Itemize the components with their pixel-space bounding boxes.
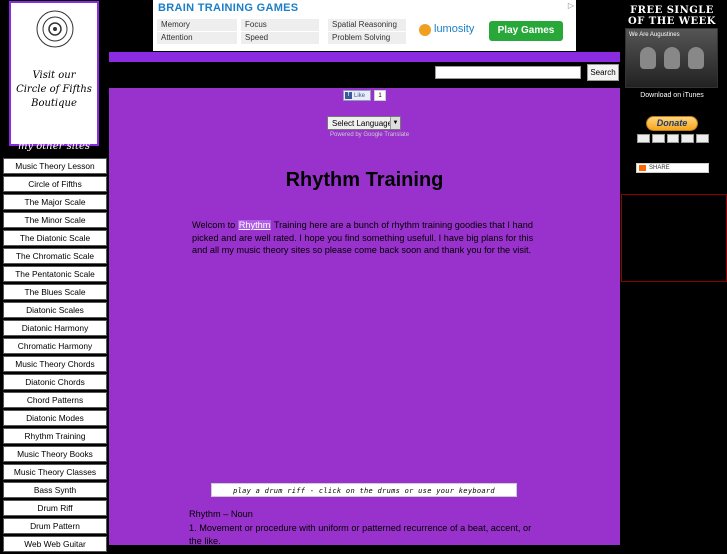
ad-cell-memory[interactable]: Memory [157,19,237,31]
ad-cell-speed[interactable]: Speed [241,32,319,44]
ad-cell-spatial[interactable]: Spatial Reasoning [328,19,406,31]
sidebar-item[interactable]: The Minor Scale [3,212,107,228]
like-label: Like [354,93,366,99]
band-member-photo [664,47,680,69]
band-name: We Are Augustines [629,32,680,38]
page-title: Rhythm Training [285,169,444,191]
band-member-photo [640,47,656,69]
other-sites-heading: my other sites [17,141,91,152]
share-button[interactable]: SHARE [636,163,709,173]
sidebar-item[interactable]: The Chromatic Scale [3,248,107,264]
band-member-photo [688,47,704,69]
ad-cell-focus[interactable]: Focus [241,19,319,31]
share-label: SHARE [649,165,670,171]
circle-of-fifths-logo [36,10,74,48]
card-icon [651,134,665,143]
sidebar-item[interactable]: Web Web Guitar [3,536,107,552]
free-single-title: FREE SINGLE OF THE WEEK [628,5,716,27]
play-games-button[interactable]: Play Games [489,21,563,41]
sidebar-item[interactable]: Chromatic Harmony [3,338,107,354]
sidebar-item[interactable]: Diatonic Harmony [3,320,107,336]
powered-by-translate: Powered by Google Translate [330,132,410,138]
brain-training-ad[interactable]: BRAIN TRAINING GAMES Memory Focus Spatia… [153,0,576,51]
definition-word: Rhythm – Noun [189,509,253,519]
lumosity-brand: lumosity [434,23,475,35]
payment-cards [637,134,709,143]
sidebar-item[interactable]: Music Theory Books [3,446,107,462]
sidebar-item[interactable]: Chord Patterns [3,392,107,408]
intro-before: Welcom to [192,220,238,230]
search-button[interactable]: Search [587,64,619,81]
sidebar-item[interactable]: Rhythm Training [3,428,107,444]
card-icon [666,134,680,143]
top-purple-bar [109,52,620,62]
donate-button[interactable]: Donate [646,116,698,131]
sidebar-item[interactable]: Music Theory Chords [3,356,107,372]
search-input[interactable] [435,66,581,79]
rhythm-link[interactable]: Rhythm [237,220,272,230]
sidebar-item[interactable]: The Diatonic Scale [3,230,107,246]
language-select[interactable]: Select Language ▼ [327,116,401,130]
sidebar-item[interactable]: Diatonic Modes [3,410,107,426]
sidebar-item[interactable]: Music Theory Lesson [3,158,107,174]
boutique-banner[interactable]: Visit our Circle of Fifths Boutique [9,1,99,146]
sidebar-item[interactable]: Drum Riff [3,500,107,516]
language-select-label: Select Language [332,119,393,128]
band-photo[interactable]: We Are Augustines [625,28,718,88]
boutique-caption: Visit our Circle of Fifths Boutique [16,70,92,109]
chevron-down-icon: ▼ [390,117,400,129]
facebook-icon: f [345,92,352,99]
ad-cell-problem[interactable]: Problem Solving [328,32,406,44]
ad-title: BRAIN TRAINING GAMES [158,2,299,14]
card-icon [637,134,650,143]
sidebar-item[interactable]: Diatonic Chords [3,374,107,390]
sidebar-item[interactable]: Circle of Fifths [3,176,107,192]
facebook-like-button[interactable]: f Like [343,90,371,101]
sidebar-item[interactable]: Diatonic Scales [3,302,107,318]
sidebar-item[interactable]: Bass Synth [3,482,107,498]
sidebar-item[interactable]: The Pentatonic Scale [3,266,107,282]
card-icon [681,134,695,143]
sidebar-item[interactable]: The Major Scale [3,194,107,210]
definition-text: 1. Movement or procedure with uniform or… [189,523,532,546]
sidebar-item[interactable]: Drum Pattern [3,518,107,534]
card-icon [696,134,709,143]
adchoices-icon[interactable]: ▷ [568,1,574,10]
sidebar-item[interactable]: Music Theory Classes [3,464,107,480]
like-count: 1 [374,90,386,101]
lumosity-logo-icon [419,24,431,36]
main-content [109,88,620,545]
ad-cell-attention[interactable]: Attention [157,32,237,44]
itunes-download-link[interactable]: Download on iTunes [622,92,722,99]
drum-riff-banner[interactable]: play a drum riff - click on the drums or… [211,483,517,497]
site-list: Music Theory Lesson Circle of Fifths The M… [3,158,107,554]
sidebar-item[interactable]: The Blues Scale [3,284,107,300]
share-plus-icon [639,165,646,171]
intro-paragraph: Welcom to Rhythm Training here are a bun… [192,219,537,257]
right-ad-box[interactable] [621,194,727,282]
